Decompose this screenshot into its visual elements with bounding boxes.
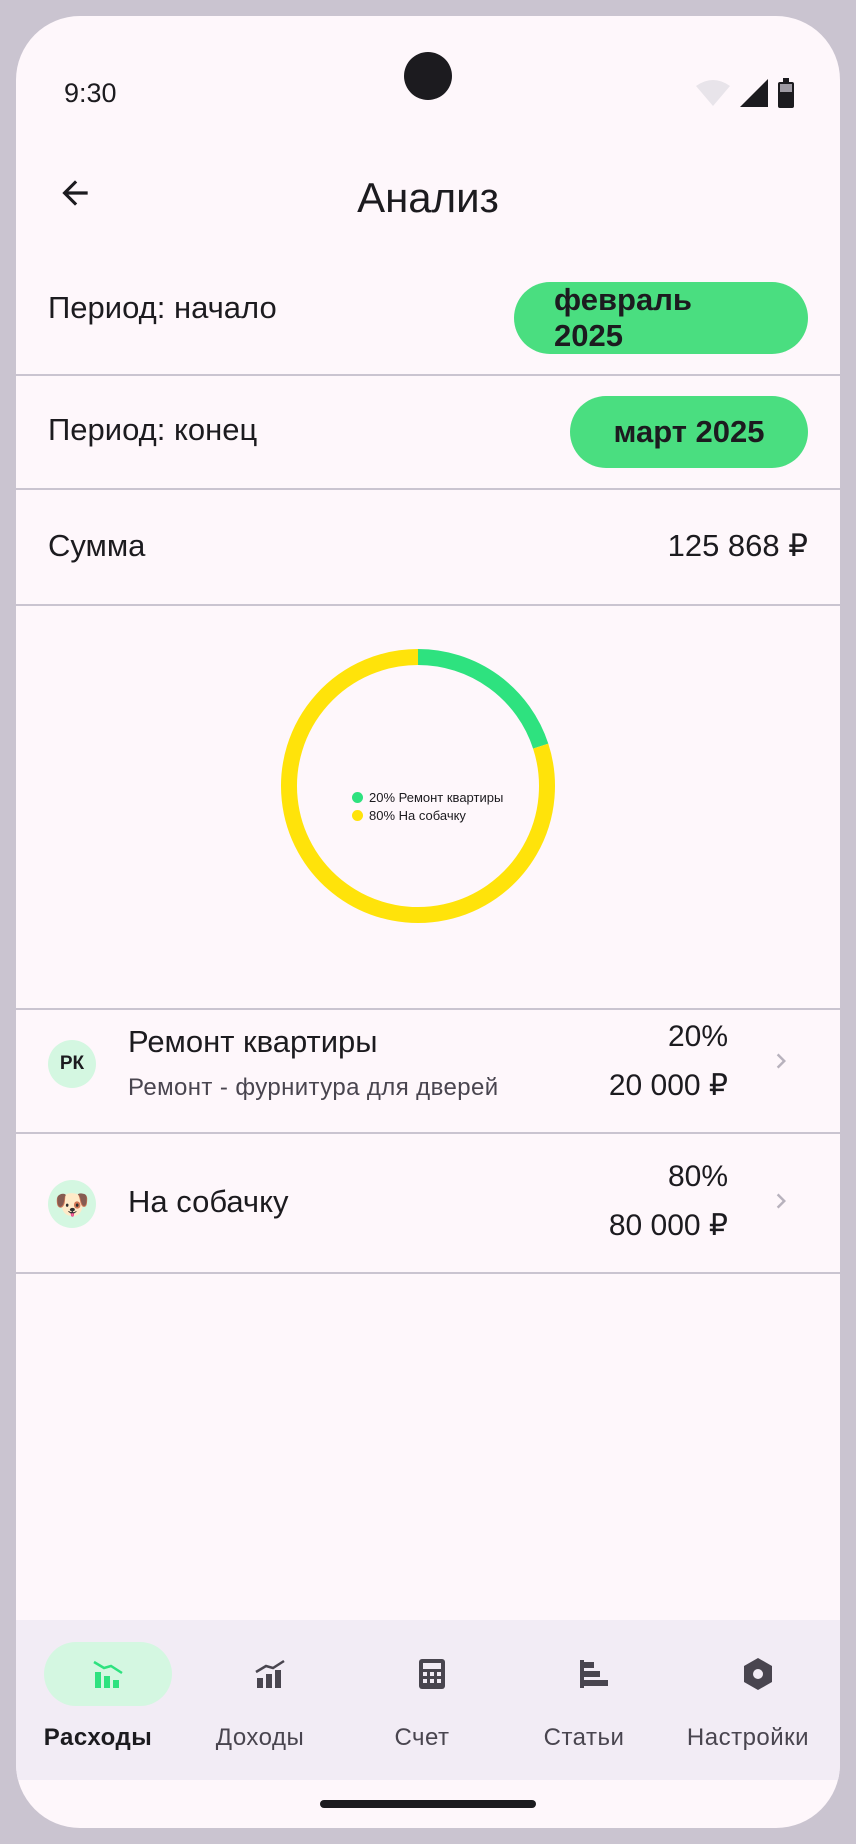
nav-icon-wrap (206, 1642, 334, 1706)
page-title: Анализ (357, 174, 499, 221)
sum-label: Сумма (48, 528, 146, 563)
period-start-label: Период: начало (48, 290, 277, 325)
expenses-chart-icon (93, 1660, 123, 1688)
nav-item-income[interactable]: Доходы (180, 1620, 340, 1780)
device-frame: 9:30 Анализ Период: начало февраль 2025 … (0, 0, 856, 1844)
period-end-row: Период: конец март 2025 (16, 376, 840, 490)
legend-dot-1 (352, 809, 363, 821)
nav-label: Статьи (543, 1724, 625, 1751)
item-title: Ремонт квартиры (128, 1024, 378, 1059)
nav-label: Доходы (215, 1724, 305, 1751)
home-indicator (320, 1800, 536, 1808)
item-percent: 80% (667, 1160, 728, 1193)
battery-icon (778, 78, 794, 108)
status-icons (696, 78, 794, 108)
nav-icon-wrap (694, 1642, 822, 1706)
avatar: 🐶 (48, 1180, 96, 1228)
avatar: РК (48, 1040, 96, 1088)
chart-legend: 20% Ремонт квартиры 80% На собачку (352, 788, 503, 824)
screen: 9:30 Анализ Период: начало февраль 2025 … (16, 16, 840, 1828)
period-end-chip[interactable]: март 2025 (570, 396, 808, 468)
legend-item-0: 20% Ремонт квартиры (352, 788, 503, 806)
item-amount: 80 000 ₽ (608, 1209, 728, 1242)
wifi-icon (696, 80, 730, 106)
nav-active-indicator (44, 1642, 172, 1706)
nav-label: Счет (394, 1724, 450, 1751)
legend-text-1: 80% На собачку (369, 807, 466, 823)
nav-label: Настройки (686, 1724, 810, 1751)
nav-item-settings[interactable]: Настройки (668, 1620, 828, 1780)
legend-text-0: 20% Ремонт квартиры (369, 789, 504, 805)
item-amount: 20 000 ₽ (608, 1069, 728, 1102)
camera-cutout (404, 52, 452, 100)
period-start-row: Период: начало февраль 2025 (16, 246, 840, 376)
pie-slice-0 (417, 649, 549, 749)
list-item-dog[interactable]: 🐶 На собачку 80% 80 000 ₽ (16, 1134, 840, 1274)
period-end-label: Период: конец (48, 412, 258, 447)
top-app-bar: Анализ (16, 146, 840, 246)
income-chart-icon (255, 1659, 285, 1688)
bottom-navigation: Расходы Доходы Счет Статьи Настройки (16, 1620, 840, 1780)
chevron-right-icon (776, 1193, 786, 1209)
list-item-repair[interactable]: РК Ремонт квартиры Ремонт - фурнитура дл… (16, 994, 840, 1134)
sum-row: Сумма 125 868 ₽ (16, 490, 840, 606)
chevron-right-icon (776, 1053, 786, 1069)
legend-item-1: 80% На собачку (352, 806, 503, 824)
period-start-chip[interactable]: февраль 2025 (514, 282, 808, 354)
nav-label: Расходы (43, 1724, 153, 1751)
nav-item-expenses[interactable]: Расходы (18, 1620, 178, 1780)
sum-value: 125 868 ₽ (667, 528, 808, 563)
nav-item-articles[interactable]: Статьи (504, 1620, 664, 1780)
articles-icon (580, 1660, 608, 1688)
settings-icon (744, 1658, 772, 1690)
item-percent: 20% (667, 1020, 728, 1053)
item-subtitle: Ремонт - фурнитура для дверей (128, 1074, 499, 1101)
nav-item-account[interactable]: Счет (342, 1620, 502, 1780)
item-title: На собачку (128, 1184, 289, 1219)
status-time: 9:30 (64, 78, 117, 108)
nav-icon-wrap (368, 1642, 496, 1706)
legend-dot-0 (352, 791, 363, 803)
nav-icon-wrap (530, 1642, 658, 1706)
status-bar: 9:30 (16, 16, 840, 146)
signal-icon (740, 79, 768, 107)
calculator-icon (419, 1659, 445, 1689)
